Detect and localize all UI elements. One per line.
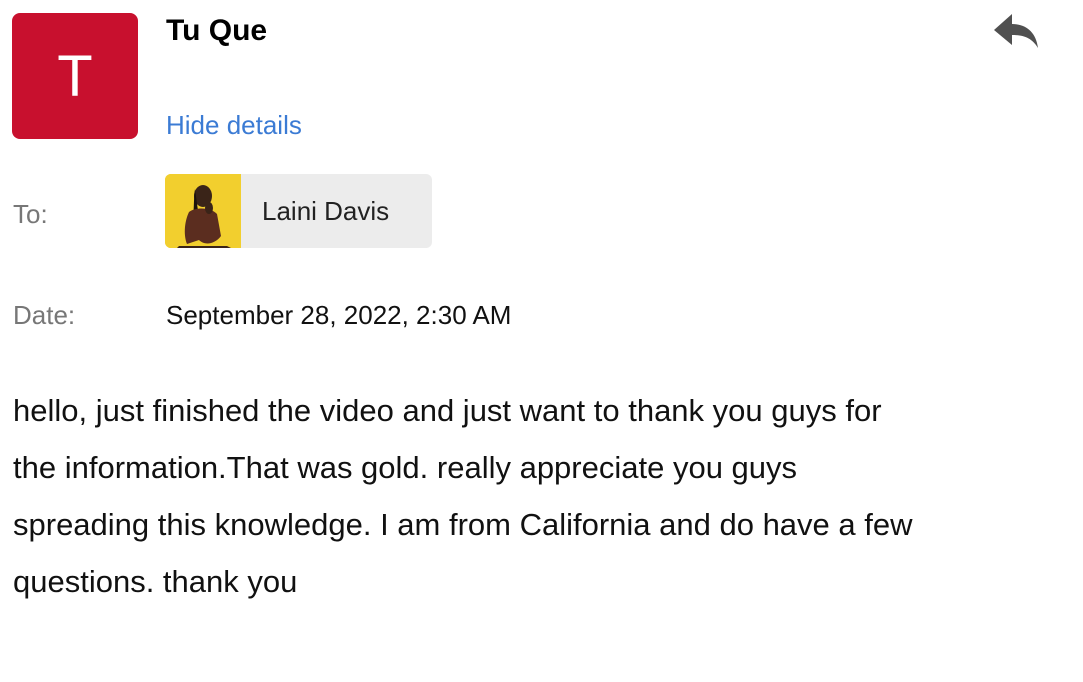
message-line: spreading this knowledge. I am from Cali…: [13, 507, 913, 542]
recipient-photo: [165, 174, 241, 248]
recipient-name: Laini Davis: [262, 195, 390, 226]
hide-details-link[interactable]: Hide details: [166, 110, 302, 141]
date-value: September 28, 2022, 2:30 AM: [166, 300, 512, 330]
to-label: To:: [13, 199, 48, 229]
sender-avatar: T: [12, 13, 138, 139]
avatar-letter: T: [57, 43, 93, 109]
reply-icon[interactable]: [990, 10, 1042, 54]
recipient-chip[interactable]: Laini Davis: [165, 174, 432, 248]
message-body: hello, just finished the video and just …: [13, 382, 1073, 610]
message-line: the information.That was gold. really ap…: [13, 450, 798, 485]
sender-name: Tu Que: [166, 14, 268, 47]
date-label: Date:: [13, 300, 76, 330]
message-line: hello, just finished the video and just …: [13, 393, 882, 428]
message-line: questions. thank you: [13, 564, 298, 599]
